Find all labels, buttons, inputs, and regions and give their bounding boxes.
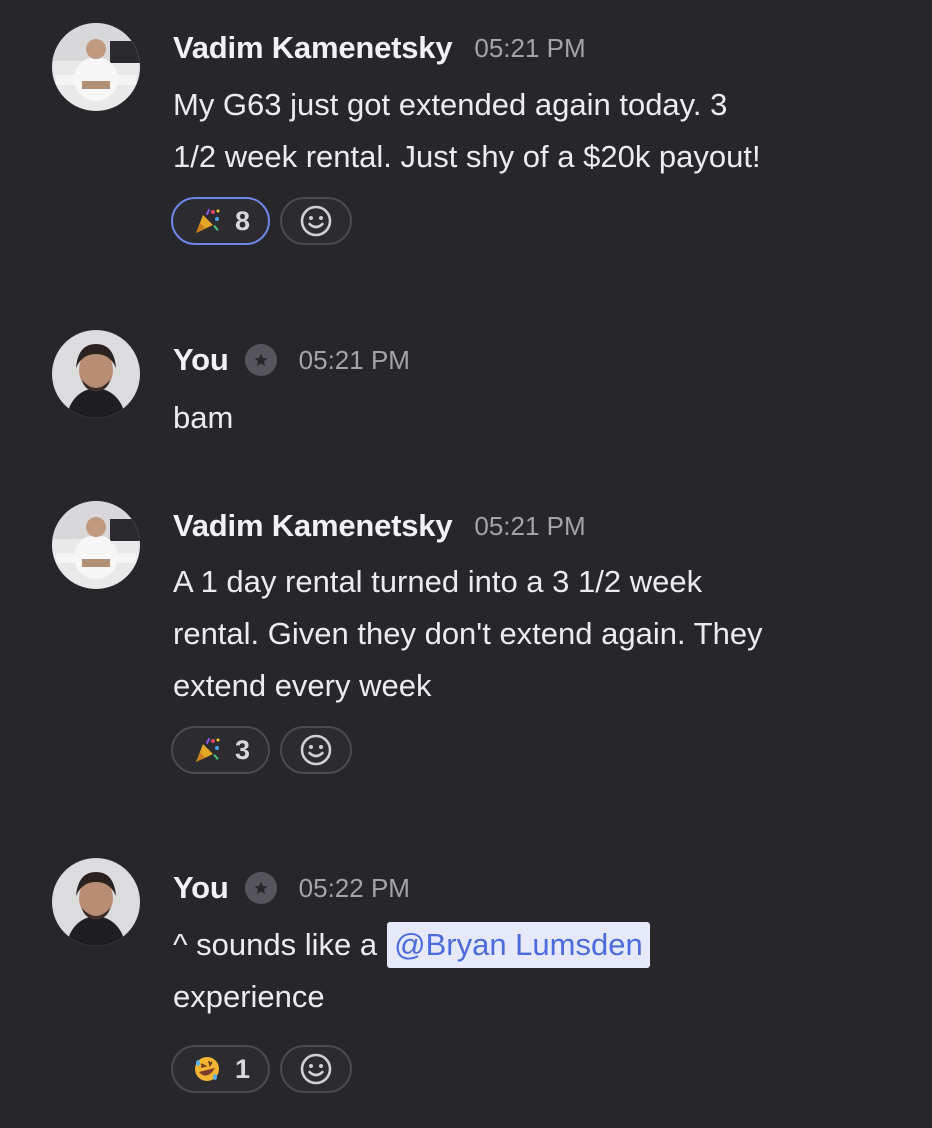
author-name[interactable]: You [173,870,229,906]
message-header: You 05:22 PM [173,868,410,908]
party-popper-icon [193,736,221,764]
smiley-icon [300,734,332,766]
author-name[interactable]: Vadim Kamenetsky [173,30,453,66]
avatar-you[interactable] [52,330,140,418]
user-mention[interactable]: @Bryan Lumsden [387,922,650,968]
message-body: My G63 just got extended again today. 3 … [173,79,903,183]
message-header: Vadim Kamenetsky 05:21 PM [173,28,586,68]
message-body: ^ sounds like a @Bryan Lumsden experience [173,919,903,1023]
message-line: experience [173,979,325,1014]
star-badge-icon [244,872,277,904]
message-line: ^ sounds like a @Bryan Lumsden [173,919,903,971]
avatar-vadim[interactable] [52,501,140,589]
reaction-bar: 1 [171,1045,353,1093]
author-name[interactable]: Vadim Kamenetsky [173,508,453,544]
chat-thread: Vadim Kamenetsky 05:21 PM My G63 just go… [0,0,932,1128]
add-reaction-button[interactable] [280,197,353,245]
party-popper-icon [193,207,221,235]
smiley-icon [300,205,332,237]
message-line: My G63 just got extended again today. 3 [173,87,728,122]
message-header: You 05:21 PM [173,340,410,380]
reaction-rolling-laughing[interactable]: 1 [171,1045,271,1093]
smiley-icon [300,1053,332,1085]
reaction-party-popper[interactable]: 3 [171,726,271,774]
reaction-count: 1 [235,1053,251,1084]
rolling-on-floor-laughing-icon [193,1055,221,1083]
author-name[interactable]: You [173,342,229,378]
reaction-bar: 8 [171,197,353,245]
add-reaction-button[interactable] [280,1045,353,1093]
timestamp: 05:21 PM [298,344,410,375]
message-line: 1/2 week rental. Just shy of a $20k payo… [173,139,761,174]
message-header: Vadim Kamenetsky 05:21 PM [173,506,586,546]
avatar-you[interactable] [52,858,140,946]
avatar-vadim[interactable] [52,23,140,111]
reaction-party-popper[interactable]: 8 [171,197,271,245]
reaction-bar: 3 [171,726,353,774]
message-line: extend every week [173,668,432,703]
message-text: ^ sounds like a [173,927,378,962]
star-badge-icon [244,344,277,376]
message-body: A 1 day rental turned into a 3 1/2 week … [173,556,903,712]
message-body: bam [173,392,903,444]
message-line: bam [173,400,234,435]
message-line: A 1 day rental turned into a 3 1/2 week [173,564,703,599]
message-line: rental. Given they don't extend again. T… [173,616,763,651]
reaction-count: 8 [235,205,251,236]
timestamp: 05:21 PM [474,32,586,63]
timestamp: 05:22 PM [298,872,410,903]
timestamp: 05:21 PM [474,510,586,541]
add-reaction-button[interactable] [280,726,353,774]
reaction-count: 3 [235,734,251,765]
